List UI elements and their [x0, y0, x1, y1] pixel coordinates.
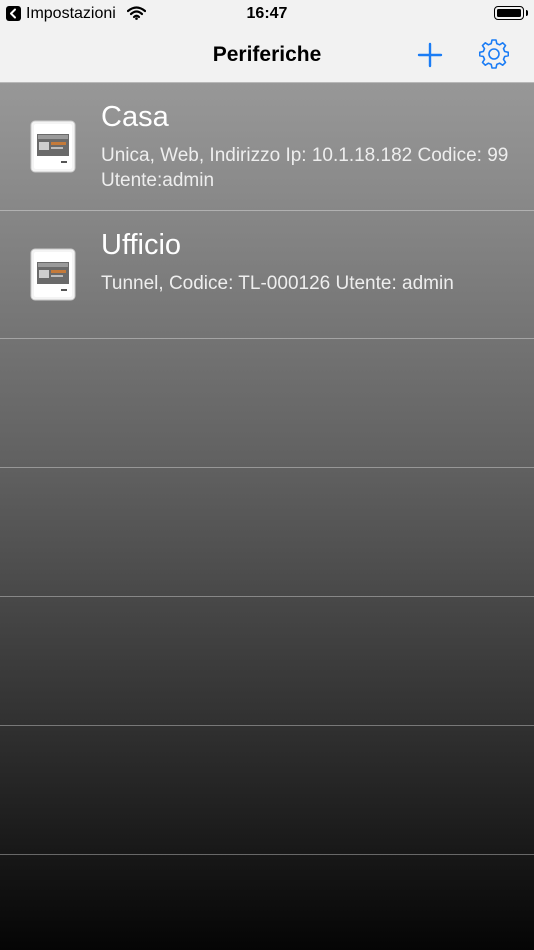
- empty-list-row: [0, 726, 534, 855]
- plus-icon[interactable]: [416, 41, 444, 69]
- empty-list-row: [0, 597, 534, 726]
- device-row-ufficio[interactable]: Ufficio Tunnel, Codice: TL-000126 Utente…: [0, 211, 534, 339]
- navigation-bar: Periferiche: [0, 28, 534, 83]
- status-time: 16:47: [246, 5, 288, 22]
- empty-list-row: [0, 468, 534, 597]
- device-row-casa[interactable]: Casa Unica, Web, Indirizzo Ip: 10.1.18.1…: [0, 83, 534, 211]
- device-detail: Unica, Web, Indirizzo Ip: 10.1.18.182 Co…: [101, 145, 509, 191]
- gear-icon[interactable]: [479, 39, 509, 69]
- battery-icon: [494, 6, 528, 20]
- device-detail: Tunnel, Codice: TL-000126 Utente: admin: [101, 273, 454, 294]
- thermostat-device-icon: [30, 120, 76, 173]
- page-title: Periferiche: [212, 43, 322, 66]
- device-list: Casa Unica, Web, Indirizzo Ip: 10.1.18.1…: [0, 83, 534, 855]
- status-bar: Impostazioni 16:47: [0, 0, 534, 28]
- thermostat-device-icon: [30, 248, 76, 301]
- device-name: Casa: [101, 101, 169, 133]
- device-name: Ufficio: [101, 229, 182, 261]
- empty-list-row: [0, 339, 534, 468]
